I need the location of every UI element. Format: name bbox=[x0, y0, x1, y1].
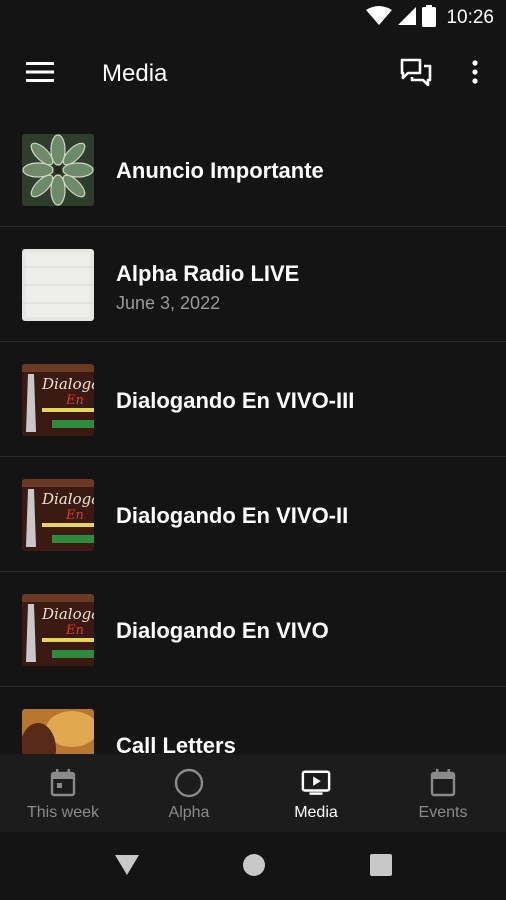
list-item[interactable]: Call Letters bbox=[0, 687, 506, 754]
more-vert-icon bbox=[472, 59, 478, 89]
tv-play-icon bbox=[301, 768, 331, 798]
poster-title-text: Dialogan bbox=[41, 490, 94, 508]
wifi-icon bbox=[366, 5, 393, 31]
item-title: Dialogando En VIVO bbox=[116, 618, 329, 643]
nav-item-this-week[interactable]: This week bbox=[0, 754, 126, 832]
nav-label: This week bbox=[26, 804, 100, 821]
item-title: Anuncio Importante bbox=[116, 158, 324, 183]
nav-item-media[interactable]: Media bbox=[253, 754, 379, 832]
back-button[interactable] bbox=[112, 852, 142, 882]
poster-title-text: Dialogan bbox=[41, 605, 94, 623]
nav-item-events[interactable]: Events bbox=[380, 754, 506, 832]
circle-icon bbox=[174, 768, 204, 798]
signal-icon bbox=[398, 6, 417, 31]
list-item[interactable]: Dialogan En Dialogando En VIVO bbox=[0, 572, 506, 687]
thumbnail-image bbox=[22, 134, 94, 206]
item-title: Dialogando En VIVO-II bbox=[116, 503, 349, 528]
menu-button[interactable] bbox=[20, 56, 60, 92]
item-title: Dialogando En VIVO-III bbox=[116, 388, 355, 413]
list-item[interactable]: Dialogan En Dialogando En VIVO-II bbox=[0, 457, 506, 572]
page-title: Media bbox=[102, 60, 168, 87]
app-bar: Media bbox=[0, 36, 506, 112]
status-bar: 10:26 bbox=[0, 0, 506, 36]
menu-icon bbox=[26, 61, 54, 87]
more-options-button[interactable] bbox=[458, 56, 492, 92]
poster-title-text: Dialogan bbox=[41, 375, 94, 393]
list-item[interactable]: Anuncio Importante bbox=[0, 112, 506, 227]
chat-icon bbox=[400, 58, 432, 91]
item-date: June 3, 2022 bbox=[116, 293, 221, 313]
thumbnail-image bbox=[22, 249, 94, 321]
list-item[interactable]: Dialogan En Dialogando En VIVO-III bbox=[0, 342, 506, 457]
nav-label: Alpha bbox=[168, 804, 210, 821]
recents-square-icon bbox=[370, 853, 392, 881]
nav-item-alpha[interactable]: Alpha bbox=[126, 754, 252, 832]
media-list: Anuncio Importante Alpha Radio LIVE June… bbox=[0, 112, 506, 754]
home-circle-icon bbox=[242, 853, 266, 882]
status-time: 10:26 bbox=[446, 7, 494, 28]
list-item[interactable]: Alpha Radio LIVE June 3, 2022 bbox=[0, 227, 506, 342]
item-title: Call Letters bbox=[116, 733, 236, 754]
calendar-icon bbox=[48, 768, 78, 798]
system-navigation-bar bbox=[0, 832, 506, 900]
nav-label: Events bbox=[418, 804, 468, 821]
status-icons: 10:26 bbox=[366, 4, 494, 32]
thumbnail-image bbox=[22, 709, 94, 754]
bottom-navigation: This week Alpha Media Events bbox=[0, 754, 506, 832]
thumbnail-image: Dialogan En bbox=[22, 479, 94, 551]
poster-subtitle-text: En bbox=[65, 393, 84, 408]
thumbnail-image: Dialogan En bbox=[22, 594, 94, 666]
poster-subtitle-text: En bbox=[65, 508, 84, 523]
thumbnail-image: Dialogan En bbox=[22, 364, 94, 436]
item-title: Alpha Radio LIVE bbox=[116, 261, 300, 286]
back-triangle-icon bbox=[114, 854, 140, 881]
nav-label: Media bbox=[294, 804, 338, 821]
battery-icon bbox=[422, 4, 437, 32]
calendar-icon bbox=[428, 768, 458, 798]
chat-button[interactable] bbox=[396, 56, 436, 92]
recents-button[interactable] bbox=[366, 852, 396, 882]
home-button[interactable] bbox=[239, 852, 269, 882]
poster-subtitle-text: En bbox=[65, 623, 84, 638]
